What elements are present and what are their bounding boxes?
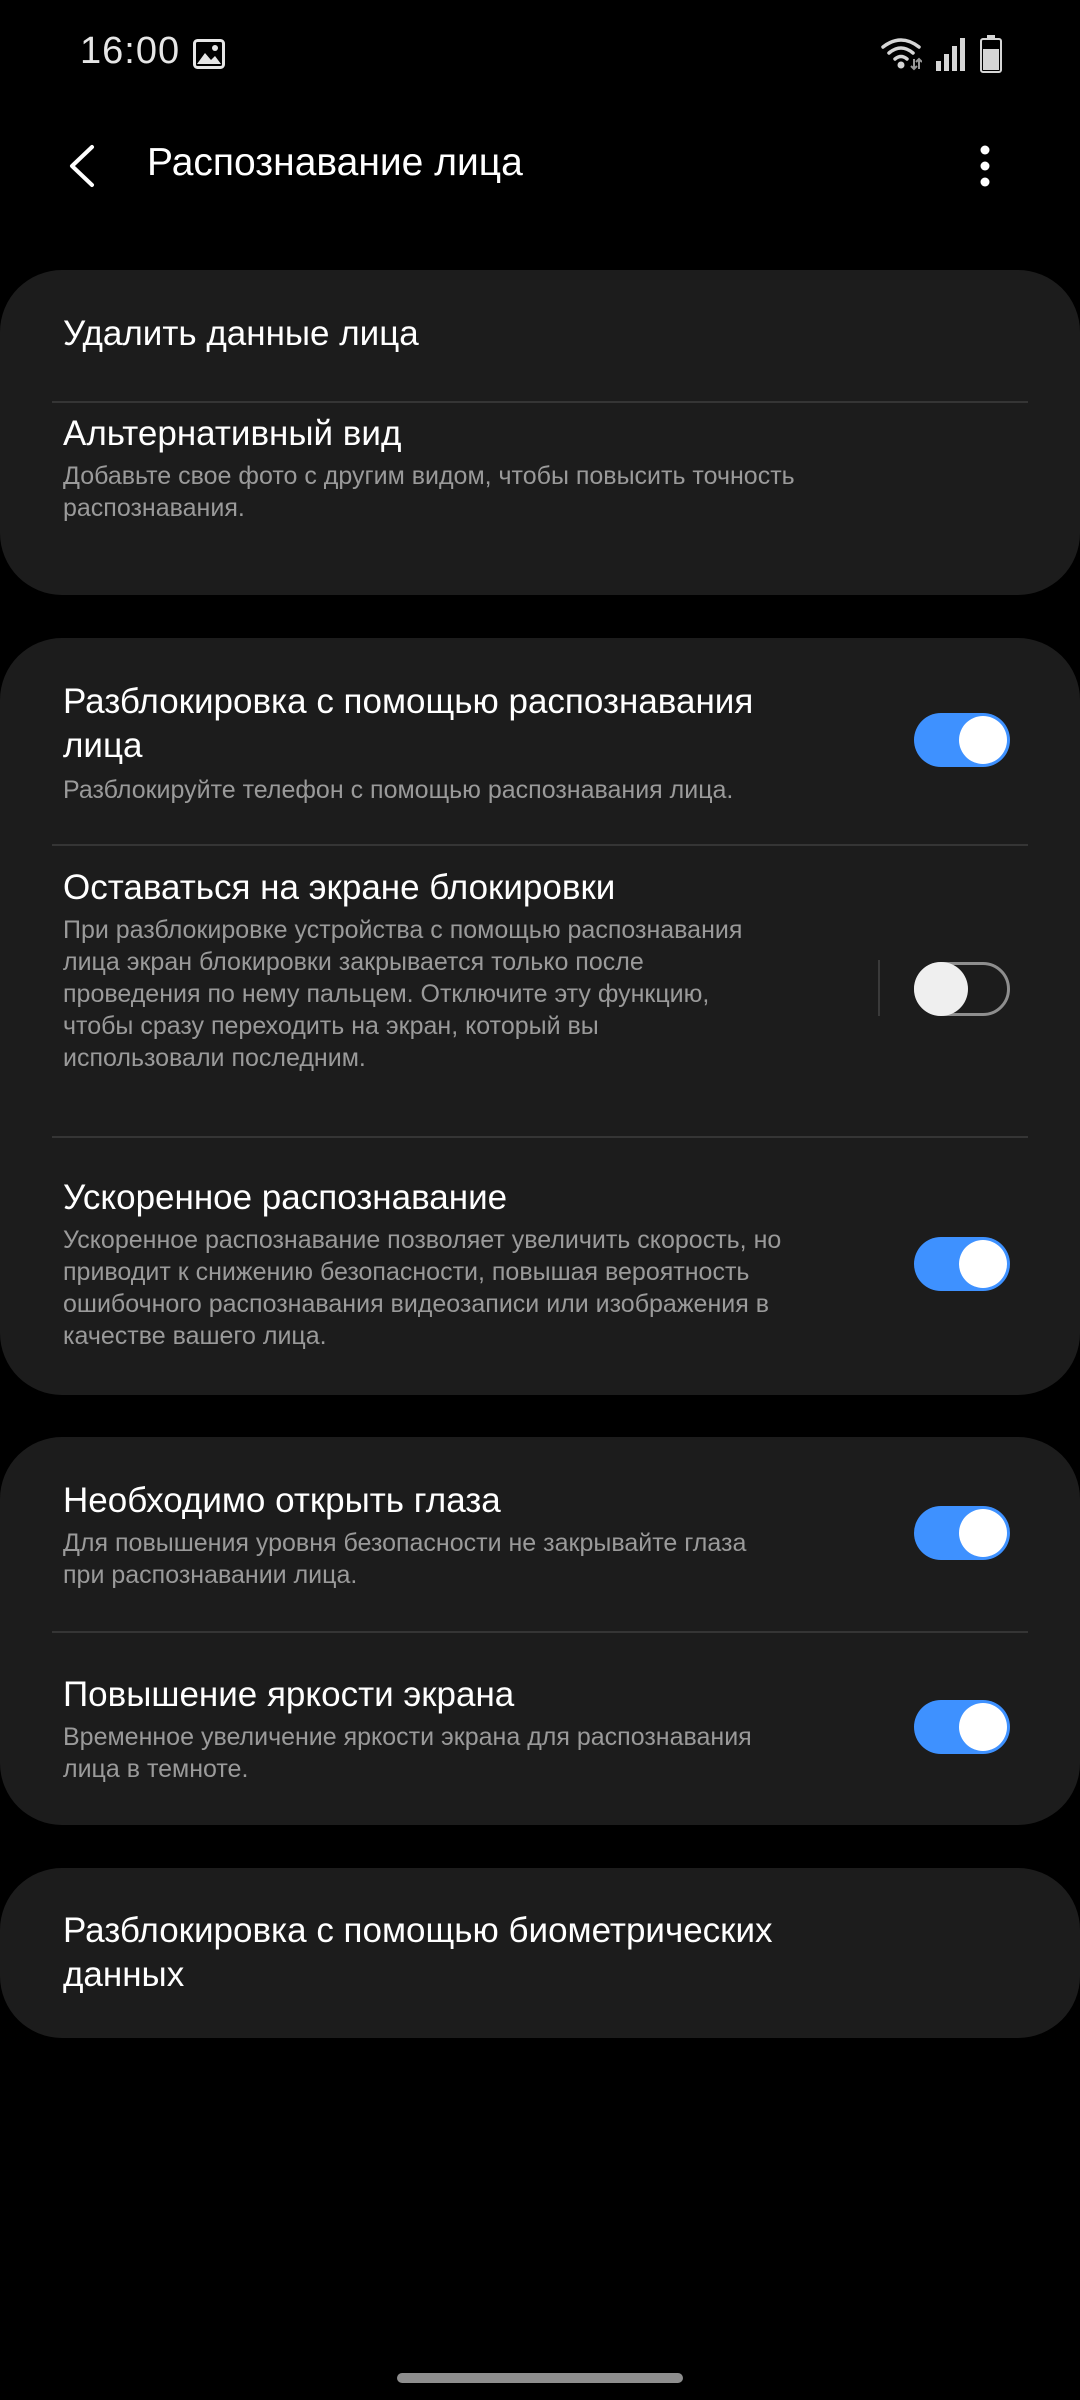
switch-knob [959, 1240, 1007, 1288]
card-biometric-unlock: Разблокировка с помощью биометрических д… [0, 1868, 1080, 2038]
switch-knob [959, 1509, 1007, 1557]
brighten-screen-switch[interactable] [914, 1700, 1010, 1754]
faster-recognition-item[interactable]: Ускоренное распознавание Ускоренное расп… [0, 1138, 1080, 1395]
switch-knob [959, 716, 1007, 764]
biometric-unlock-item[interactable]: Разблокировка с помощью биометрических д… [0, 1868, 1080, 2038]
item-title: Повышение яркости экрана [63, 1675, 515, 1714]
back-button[interactable] [52, 136, 112, 196]
switch-knob [914, 962, 968, 1016]
require-open-eyes-switch[interactable] [914, 1506, 1010, 1560]
delete-face-data-item[interactable]: Удалить данные лица [0, 270, 1080, 402]
item-summary: Для повышения уровня безопасности не зак… [63, 1529, 747, 1589]
app-bar: Распознавание лица [0, 120, 1080, 210]
item-title: Разблокировка с помощью биометрических д… [63, 1911, 773, 1994]
card-face-data: Удалить данные лица Альтернативный вид Д… [0, 270, 1080, 595]
item-summary: Ускоренное распознавание позволяет увели… [63, 1226, 782, 1350]
wifi-icon [881, 38, 922, 71]
item-title: Альтернативный вид [63, 414, 402, 453]
item-title: Оставаться на экране блокировки [63, 868, 616, 907]
item-summary: Добавьте свое фото с другим видом, чтобы… [63, 462, 795, 522]
card-security-options: Необходимо открыть глаза Для повышения у… [0, 1437, 1080, 1825]
back-arrow-icon [70, 145, 94, 187]
more-options-button[interactable] [940, 136, 1030, 196]
item-title: Разблокировка с помощью распознавания ли… [63, 682, 754, 765]
item-summary: Временное увеличение яркости экрана для … [63, 1723, 752, 1783]
face-unlock-item[interactable]: Разблокировка с помощью распознавания ли… [0, 638, 1080, 845]
vertical-separator [878, 960, 880, 1016]
battery-icon [980, 35, 1002, 73]
stay-on-lock-screen-item[interactable]: Оставаться на экране блокировки При разб… [0, 846, 1080, 1136]
alternative-look-item[interactable]: Альтернативный вид Добавьте свое фото с … [0, 403, 1080, 595]
stay-on-lock-screen-switch[interactable] [914, 962, 1010, 1016]
card-unlock-options: Разблокировка с помощью распознавания ли… [0, 638, 1080, 1395]
gallery-icon [193, 39, 225, 69]
signal-icon [936, 38, 965, 71]
brighten-screen-item[interactable]: Повышение яркости экрана Временное увели… [0, 1633, 1080, 1825]
status-bar: 16:00 [0, 0, 1080, 110]
item-summary: Разблокируйте телефон с помощью распозна… [63, 776, 734, 804]
navigation-handle[interactable] [397, 2373, 683, 2383]
require-open-eyes-item[interactable]: Необходимо открыть глаза Для повышения у… [0, 1437, 1080, 1632]
face-unlock-switch[interactable] [914, 713, 1010, 767]
item-title: Удалить данные лица [63, 314, 419, 353]
switch-knob [959, 1703, 1007, 1751]
status-icons [880, 34, 1002, 74]
item-title: Ускоренное распознавание [63, 1178, 508, 1217]
page-title: Распознавание лица [147, 141, 523, 184]
item-title: Необходимо открыть глаза [63, 1481, 501, 1520]
status-time: 16:00 [80, 30, 181, 72]
faster-recognition-switch[interactable] [914, 1237, 1010, 1291]
more-vertical-icon [980, 145, 990, 187]
item-summary: При разблокировке устройства с помощью р… [63, 916, 743, 1072]
